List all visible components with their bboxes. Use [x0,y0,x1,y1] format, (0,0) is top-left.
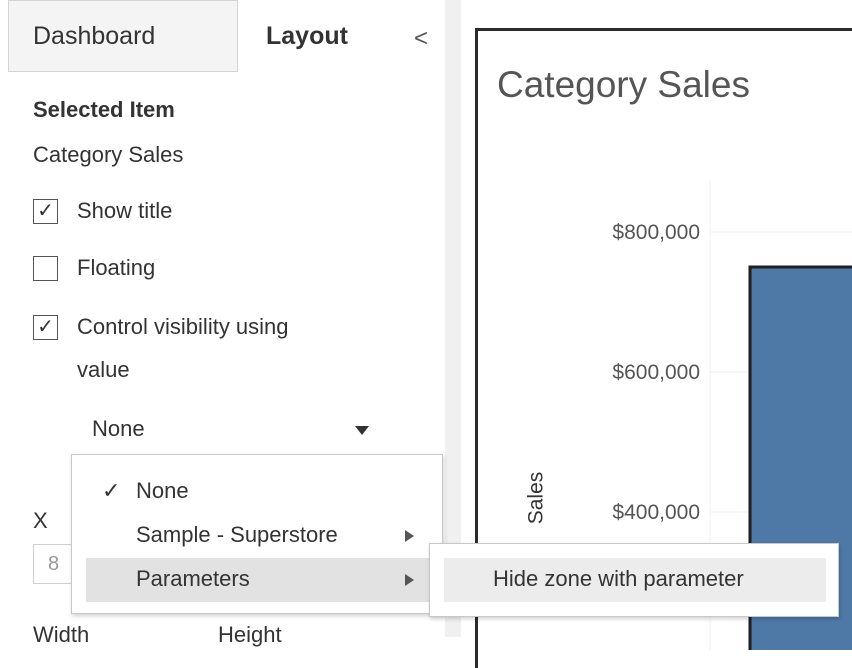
menu-item-hide-zone-with-parameter[interactable]: Hide zone with parameter [444,558,826,602]
height-label: Height [218,622,282,647]
show-title-checkbox[interactable]: ✓ [33,199,58,224]
submenu-arrow-icon [405,530,414,542]
floating-label: Floating [77,255,156,280]
checkmark-icon: ✓ [37,316,54,338]
x-position-label: X [33,508,48,533]
control-visibility-label: Control visibility using [77,314,289,339]
selected-item-name: Category Sales [33,142,184,167]
control-visibility-checkbox[interactable]: ✓ [33,315,58,340]
menu-item-label: Parameters [136,566,250,591]
control-visibility-label-line2: value [77,357,130,382]
menu-check-icon: ✓ [102,478,121,503]
y-tick-label: $600,000 [612,361,700,384]
show-title-label: Show title [77,198,173,223]
dropdown-selected-value: None [92,416,145,441]
collapse-panel-icon[interactable]: < [404,0,438,72]
width-label: Width [33,622,90,647]
menu-item-sample-superstore[interactable]: Sample - Superstore [72,514,442,558]
sheet-title: Category Sales [497,64,750,105]
tab-dashboard[interactable]: Dashboard [8,0,238,72]
menu-item-parameters[interactable]: Parameters [86,558,432,602]
checkmark-icon: ✓ [37,200,54,222]
y-axis-label: Sales [524,471,548,525]
parameters-submenu: Hide zone with parameter [429,543,839,617]
tab-layout[interactable]: Layout [238,0,398,72]
panel-tab-strip: Dashboard Layout < [0,0,447,72]
dropdown-arrow-icon [355,426,369,435]
menu-item-label: Sample - Superstore [136,522,338,547]
submenu-arrow-icon [405,574,414,586]
submenu-item-label: Hide zone with parameter [493,566,744,591]
panel-divider [445,0,461,637]
menu-item-none[interactable]: ✓ None [72,470,442,514]
visibility-value-menu: ✓ None Sample - Superstore Parameters [71,454,443,614]
visibility-value-dropdown[interactable]: None [82,408,382,452]
floating-checkbox[interactable] [33,256,58,281]
y-tick-label: $800,000 [612,221,700,244]
selected-item-heading: Selected Item [33,97,175,122]
y-tick-label: $400,000 [612,501,700,524]
menu-item-label: None [136,478,189,503]
